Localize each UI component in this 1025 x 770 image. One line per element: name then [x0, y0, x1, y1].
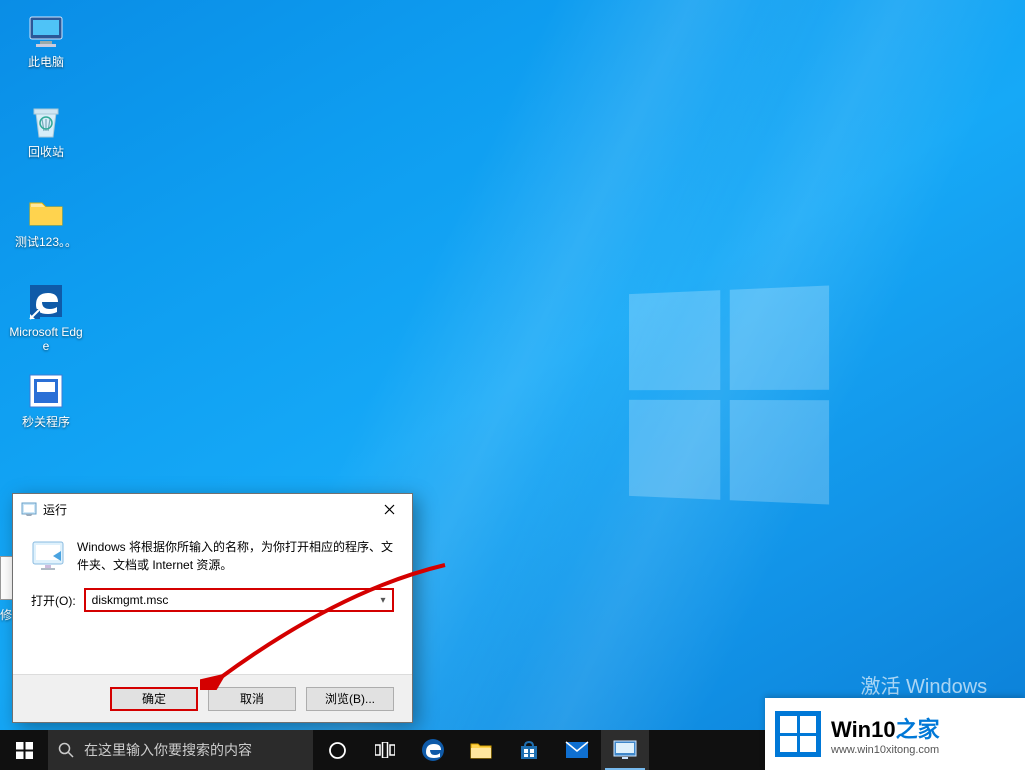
icon-label: 测试123。。: [15, 235, 77, 249]
icon-label: 秒关程序: [22, 415, 70, 429]
open-input[interactable]: [86, 590, 374, 610]
windows-start-icon: [16, 742, 33, 759]
store-icon: [518, 739, 540, 761]
search-placeholder: 在这里输入你要搜索的内容: [84, 740, 252, 760]
search-icon: [58, 742, 74, 758]
taskbar-search[interactable]: 在这里输入你要搜索的内容: [48, 730, 313, 770]
close-icon: [384, 504, 395, 515]
folder-icon: [470, 740, 492, 760]
watermark-brand: Win10之家: [831, 712, 940, 744]
task-view-icon: [375, 742, 395, 758]
pc-icon: [24, 9, 68, 53]
task-view-button[interactable]: [361, 730, 409, 770]
mail-icon: [565, 741, 589, 759]
close-button[interactable]: [367, 495, 412, 524]
open-combobox[interactable]: ▾: [84, 588, 394, 612]
run-dialog-icon: [31, 538, 65, 572]
folder-icon: [24, 189, 68, 233]
run-titlebar[interactable]: 运行: [13, 494, 412, 524]
desktop-icon-edge[interactable]: Microsoft Edge: [8, 275, 84, 365]
icon-label: 回收站: [28, 145, 64, 159]
desktop-icon-partial[interactable]: 修: [0, 556, 12, 632]
run-dialog: 运行 Windows 将根据你所输入的名称，为你打开相应的程序、文件夹、文档或 …: [12, 493, 413, 723]
desktop-icon-this-pc[interactable]: 此电脑: [8, 5, 84, 95]
taskbar-store[interactable]: [505, 730, 553, 770]
taskbar-edge[interactable]: [409, 730, 457, 770]
edge-icon: [421, 738, 445, 762]
recycle-bin-icon: [24, 99, 68, 143]
cancel-button[interactable]: 取消: [208, 687, 296, 711]
run-app-icon: [21, 501, 37, 517]
activation-line1: 激活 Windows: [860, 670, 1005, 699]
icon-label: 此电脑: [28, 55, 64, 69]
open-label: 打开(O):: [31, 592, 76, 609]
icon-label: Microsoft Edge: [8, 325, 84, 353]
windows-logo-wallpaper: [629, 286, 829, 505]
run-description: Windows 将根据你所输入的名称，为你打开相应的程序、文件夹、文档或 Int…: [77, 538, 394, 574]
taskbar-run[interactable]: [601, 730, 649, 770]
shutdown-icon: [24, 369, 68, 413]
chevron-down-icon[interactable]: ▾: [374, 595, 392, 606]
desktop-icons: 此电脑 回收站 测试123。。 Microsoft Edge 秒关程序: [8, 5, 88, 455]
desktop-icon-recycle-bin[interactable]: 回收站: [8, 95, 84, 185]
run-icon: [613, 740, 637, 760]
desktop-icon-shutdown[interactable]: 秒关程序: [8, 365, 84, 455]
cortana-icon: [328, 741, 347, 760]
start-button[interactable]: [0, 730, 48, 770]
site-watermark: Win10之家 www.win10xitong.com: [765, 698, 1025, 770]
watermark-logo-icon: [775, 711, 821, 757]
taskbar-explorer[interactable]: [457, 730, 505, 770]
desktop: 此电脑 回收站 测试123。。 Microsoft Edge 秒关程序: [0, 0, 1025, 770]
cortana-button[interactable]: [313, 730, 361, 770]
watermark-url: www.win10xitong.com: [831, 744, 940, 756]
run-button-row: 确定 取消 浏览(B)...: [13, 674, 412, 722]
run-title: 运行: [43, 501, 367, 518]
edge-icon: [24, 279, 68, 323]
taskbar-mail[interactable]: [553, 730, 601, 770]
ok-button[interactable]: 确定: [110, 687, 198, 711]
browse-button[interactable]: 浏览(B)...: [306, 687, 394, 711]
desktop-icon-folder[interactable]: 测试123。。: [8, 185, 84, 275]
